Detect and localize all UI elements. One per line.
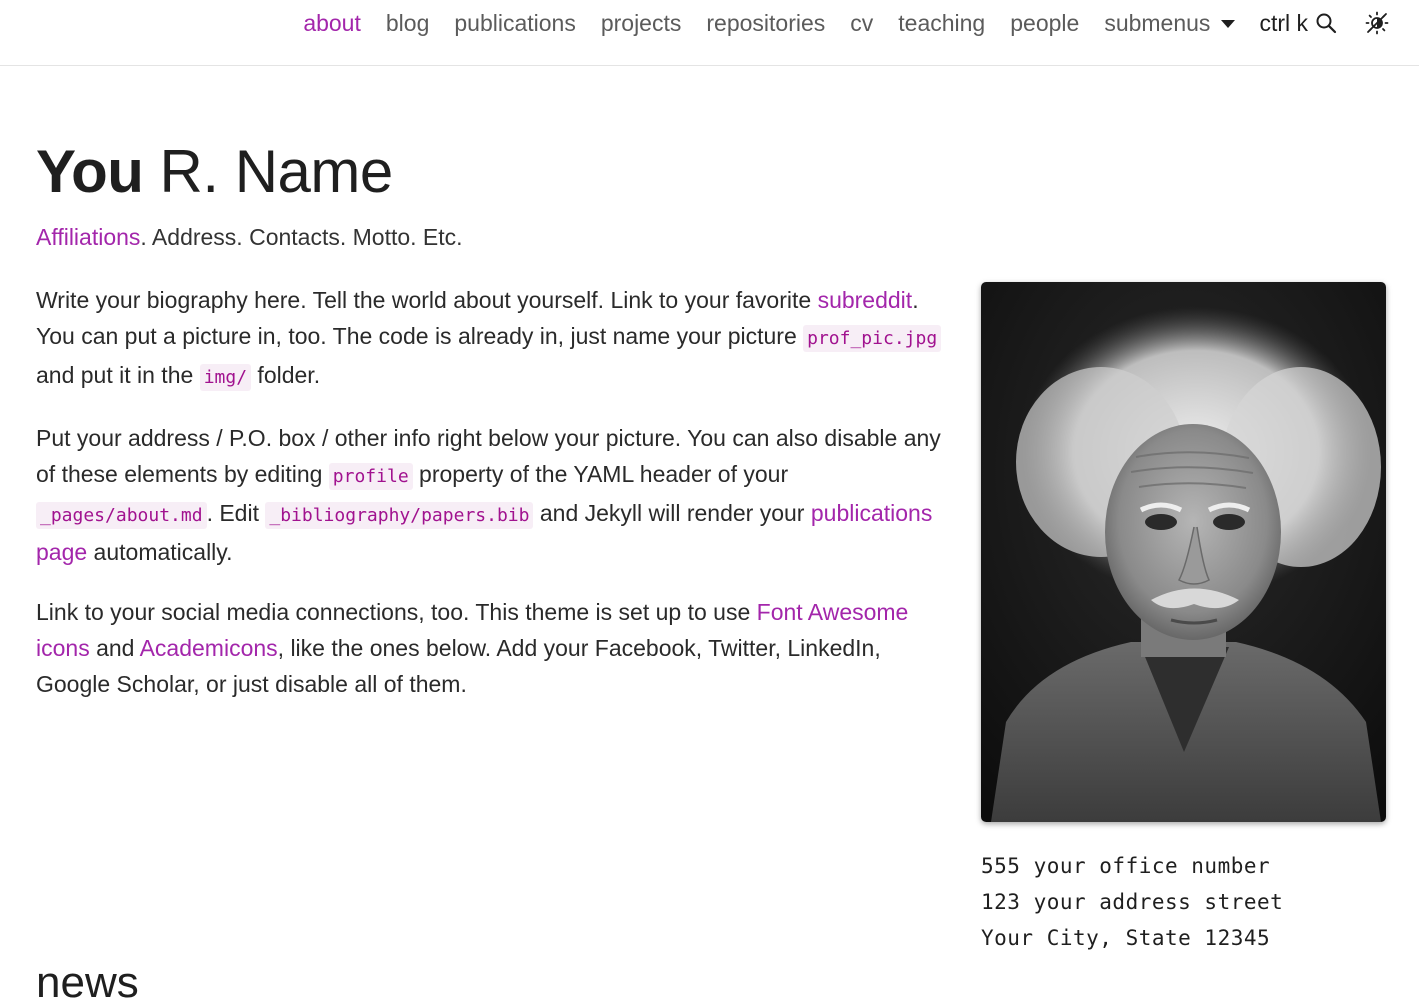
address-block: 555 your office number 123 your address … bbox=[981, 848, 1386, 956]
bio-text: . Edit bbox=[206, 500, 266, 526]
nav-item-cv[interactable]: cv bbox=[850, 10, 873, 37]
code-profile: profile bbox=[328, 463, 413, 490]
bio-text: Write your biography here. Tell the worl… bbox=[36, 287, 818, 313]
rest-name: R. Name bbox=[143, 138, 394, 205]
page-title: You R. Name bbox=[36, 137, 393, 206]
first-name: You bbox=[36, 138, 144, 205]
affiliations-link[interactable]: Affiliations bbox=[36, 224, 140, 250]
nav-item-submenus[interactable]: submenus bbox=[1104, 9, 1236, 37]
theme-toggle-icon bbox=[1365, 11, 1389, 35]
bio-paragraph-2: Put your address / P.O. box / other info… bbox=[36, 420, 951, 570]
address-line: 555 your office number bbox=[981, 854, 1271, 878]
nav-item-projects[interactable]: projects bbox=[601, 10, 682, 37]
theme-toggle-button[interactable] bbox=[1365, 11, 1389, 35]
search-shortcut-label: ctrl k bbox=[1259, 9, 1308, 36]
subreddit-link[interactable]: subreddit bbox=[818, 287, 913, 313]
biography: Write your biography here. Tell the worl… bbox=[36, 282, 951, 726]
submenus-label: submenus bbox=[1104, 9, 1211, 36]
code-prof-pic: prof_pic.jpg bbox=[803, 325, 942, 352]
nav-item-people[interactable]: people bbox=[1010, 10, 1079, 37]
bio-text: automatically. bbox=[87, 539, 233, 565]
address-line: Your City, State 12345 bbox=[981, 926, 1271, 950]
nav-item-blog[interactable]: blog bbox=[386, 10, 429, 37]
nav-item-teaching[interactable]: teaching bbox=[898, 10, 985, 37]
bio-text: and Jekyll will render your bbox=[533, 500, 811, 526]
nav-item-publications[interactable]: publications bbox=[454, 10, 575, 37]
bio-text: and bbox=[89, 635, 140, 661]
code-papers-bib: _bibliography/papers.bib bbox=[265, 502, 534, 529]
bio-text: Link to your social media connections, t… bbox=[36, 599, 757, 625]
bio-text: folder. bbox=[251, 362, 321, 388]
search-button[interactable]: ctrl k bbox=[1259, 10, 1337, 37]
nav-menu: about blog publications projects reposit… bbox=[278, 0, 1389, 46]
bio-text: property of the YAML header of your bbox=[412, 461, 789, 487]
subtitle-text: . Address. Contacts. Motto. Etc. bbox=[140, 224, 463, 250]
profile-card: 555 your office number 123 your address … bbox=[981, 282, 1386, 956]
nav-item-about[interactable]: about bbox=[303, 10, 361, 37]
bio-paragraph-1: Write your biography here. Tell the worl… bbox=[36, 282, 951, 396]
code-about-md: _pages/about.md bbox=[36, 502, 207, 529]
nav-item-repositories[interactable]: repositories bbox=[706, 10, 825, 37]
page-subtitle: Affiliations. Address. Contacts. Motto. … bbox=[36, 224, 463, 251]
search-icon bbox=[1316, 13, 1337, 34]
address-line: 123 your address street bbox=[981, 890, 1284, 914]
bio-text: and put it in the bbox=[36, 362, 200, 388]
news-heading: news bbox=[36, 958, 139, 1007]
code-img-folder: img/ bbox=[199, 364, 252, 391]
top-navbar: about blog publications projects reposit… bbox=[0, 0, 1419, 66]
profile-portrait[interactable] bbox=[981, 282, 1386, 822]
academicons-link[interactable]: Academicons bbox=[140, 635, 278, 661]
bio-paragraph-3: Link to your social media connections, t… bbox=[36, 594, 951, 702]
caret-down-icon bbox=[1221, 20, 1236, 28]
